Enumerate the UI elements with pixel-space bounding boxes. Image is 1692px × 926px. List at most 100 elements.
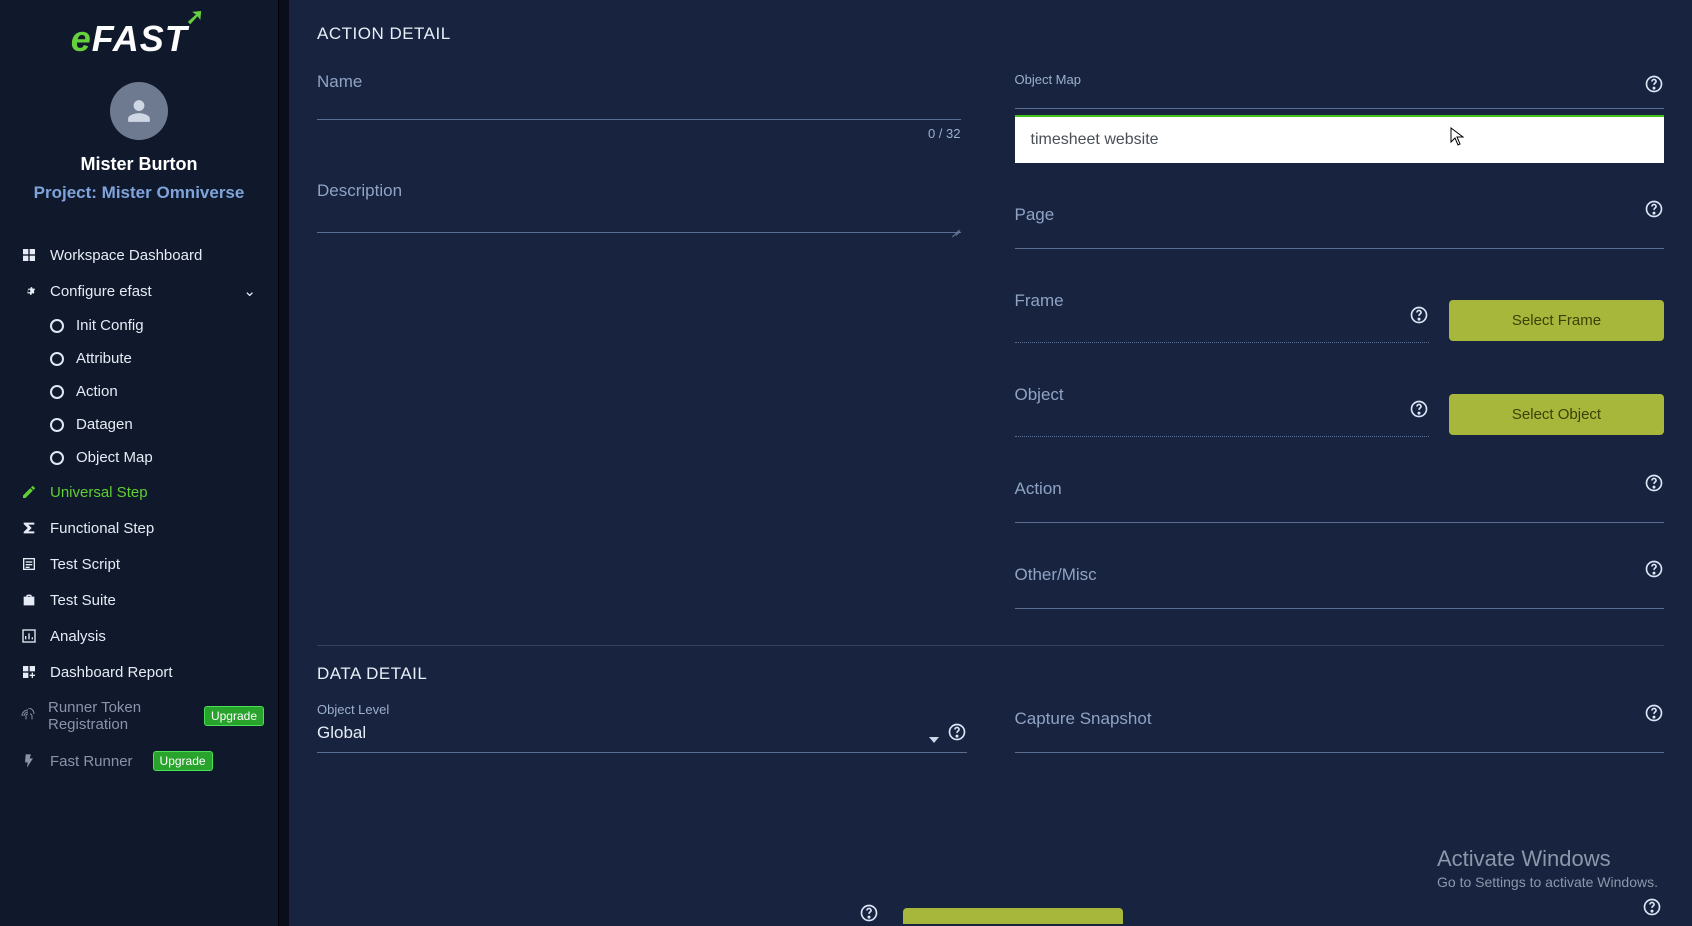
sidebar-item-label: Workspace Dashboard xyxy=(50,247,202,264)
sidebar-item-object-map[interactable]: Object Map xyxy=(46,441,268,474)
sidebar-item-functional-step[interactable]: Functional Step xyxy=(16,510,268,546)
briefcase-icon xyxy=(20,591,38,609)
sidebar-item-test-script[interactable]: Test Script xyxy=(16,546,268,582)
cursor-icon xyxy=(1450,127,1464,145)
bolt-icon xyxy=(20,752,38,770)
resize-handle-icon[interactable] xyxy=(951,224,961,234)
avatar[interactable] xyxy=(110,82,168,140)
object-level-label: Object Level xyxy=(317,702,967,717)
sidebar-item-label: Object Map xyxy=(76,449,153,466)
section-title-action-detail: ACTION DETAIL xyxy=(317,24,1664,44)
sidebar-item-label: Dashboard Report xyxy=(50,664,173,681)
capture-snapshot-input[interactable] xyxy=(1015,709,1665,753)
sidebar-item-label: Attribute xyxy=(76,350,132,367)
logo: eFAST➚ xyxy=(0,18,278,60)
primary-action-button[interactable] xyxy=(903,908,1123,924)
sidebar-item-label: Analysis xyxy=(50,628,106,645)
frame-label: Frame xyxy=(1015,291,1064,311)
object-label: Object xyxy=(1015,385,1064,405)
sidebar-item-label: Test Script xyxy=(50,556,120,573)
sidebar-item-label: Init Config xyxy=(76,317,144,334)
help-icon[interactable] xyxy=(1642,897,1662,922)
other-field-wrap: Other/Misc xyxy=(1015,565,1665,609)
description-input[interactable] xyxy=(317,181,961,233)
help-icon[interactable] xyxy=(859,903,879,926)
sidebar-item-analysis[interactable]: Analysis xyxy=(16,618,268,654)
divider xyxy=(317,645,1664,646)
sidebar-item-dashboard-report[interactable]: Dashboard Report xyxy=(16,654,268,690)
chart-icon xyxy=(20,627,38,645)
select-object-button[interactable]: Select Object xyxy=(1449,394,1664,435)
object-level-select[interactable]: Global xyxy=(317,721,967,753)
radio-icon xyxy=(50,385,64,399)
sidebar-item-label: Datagen xyxy=(76,416,133,433)
name-counter: 0 / 32 xyxy=(317,126,961,141)
sigma-icon xyxy=(20,519,38,537)
sidebar-item-label: Action xyxy=(76,383,118,400)
frame-field-wrap: Frame xyxy=(1015,291,1430,343)
watermark-subtitle: Go to Settings to activate Windows. xyxy=(1437,874,1658,890)
windows-activation-watermark: Activate Windows Go to Settings to activ… xyxy=(1437,846,1658,890)
dashboard-icon xyxy=(20,246,38,264)
sidebar-item-label: Configure efast xyxy=(50,283,152,300)
sidebar-item-runner-token[interactable]: Runner Token Registration Upgrade xyxy=(16,690,268,742)
upgrade-badge[interactable]: Upgrade xyxy=(204,706,264,726)
sidebar-item-label: Functional Step xyxy=(50,520,154,537)
sidebar-item-workspace-dashboard[interactable]: Workspace Dashboard xyxy=(16,237,268,273)
sidebar: eFAST➚ Mister Burton Project: Mister Omn… xyxy=(0,0,279,926)
help-icon[interactable] xyxy=(1409,399,1429,424)
name-input[interactable] xyxy=(317,72,961,120)
help-icon[interactable] xyxy=(947,722,967,747)
radio-icon xyxy=(50,418,64,432)
frame-row: Frame Select Frame xyxy=(1015,291,1665,343)
action-input[interactable] xyxy=(1015,479,1665,523)
sidebar-item-label: Universal Step xyxy=(50,484,148,501)
sidebar-item-init-config[interactable]: Init Config xyxy=(46,309,268,342)
dashboard-add-icon xyxy=(20,663,38,681)
object-field-wrap: Object xyxy=(1015,385,1430,437)
sidebar-item-label: Runner Token Registration xyxy=(48,699,184,733)
select-frame-button[interactable]: Select Frame xyxy=(1449,300,1664,341)
user-name: Mister Burton xyxy=(81,154,198,175)
help-icon[interactable] xyxy=(1644,703,1664,728)
object-input[interactable] xyxy=(1015,409,1430,437)
chevron-down-icon: ⌄ xyxy=(243,282,256,300)
help-icon[interactable] xyxy=(1644,559,1664,584)
sidebar-item-attribute[interactable]: Attribute xyxy=(46,342,268,375)
frame-input[interactable] xyxy=(1015,315,1430,343)
upgrade-badge[interactable]: Upgrade xyxy=(153,751,213,771)
logo-text: FAST xyxy=(92,18,188,59)
nav: Workspace Dashboard Configure efast ⌄ In… xyxy=(0,237,278,780)
page-field-wrap: Page xyxy=(1015,205,1665,249)
logo-prefix: e xyxy=(71,18,92,59)
sidebar-item-test-suite[interactable]: Test Suite xyxy=(16,582,268,618)
object-map-label: Object Map xyxy=(1015,72,1665,87)
sidebar-item-action[interactable]: Action xyxy=(46,375,268,408)
sidebar-item-fast-runner[interactable]: Fast Runner Upgrade xyxy=(16,742,268,780)
name-field-wrap: Name 0 / 32 xyxy=(317,72,961,141)
help-icon[interactable] xyxy=(1644,74,1664,99)
sidebar-item-label: Test Suite xyxy=(50,592,116,609)
radio-icon xyxy=(50,451,64,465)
help-icon[interactable] xyxy=(1644,199,1664,224)
page-input[interactable] xyxy=(1015,205,1665,249)
description-field-wrap: Description xyxy=(317,181,961,238)
gear-icon xyxy=(20,282,38,300)
object-row: Object Select Object xyxy=(1015,385,1665,437)
capture-snapshot-field-wrap: Capture Snapshot xyxy=(1015,709,1665,753)
pencil-icon xyxy=(20,483,38,501)
object-level-field-wrap: Object Level Global xyxy=(317,702,967,753)
sidebar-item-universal-step[interactable]: Universal Step xyxy=(16,474,268,510)
help-icon[interactable] xyxy=(1644,473,1664,498)
sidebar-item-datagen[interactable]: Datagen xyxy=(46,408,268,441)
sidebar-item-configure[interactable]: Configure efast ⌄ xyxy=(16,273,268,309)
logo-swoosh-icon: ➚ xyxy=(186,4,205,29)
object-map-option[interactable]: timesheet website xyxy=(1031,131,1159,148)
help-icon[interactable] xyxy=(1409,305,1429,330)
sidebar-item-label: Fast Runner xyxy=(50,753,133,770)
list-icon xyxy=(20,555,38,573)
other-input[interactable] xyxy=(1015,565,1665,609)
object-map-input[interactable] xyxy=(1015,91,1665,109)
object-map-dropdown[interactable]: timesheet website xyxy=(1015,115,1665,163)
main-panel: ACTION DETAIL Name 0 / 32 Description O xyxy=(289,0,1692,926)
